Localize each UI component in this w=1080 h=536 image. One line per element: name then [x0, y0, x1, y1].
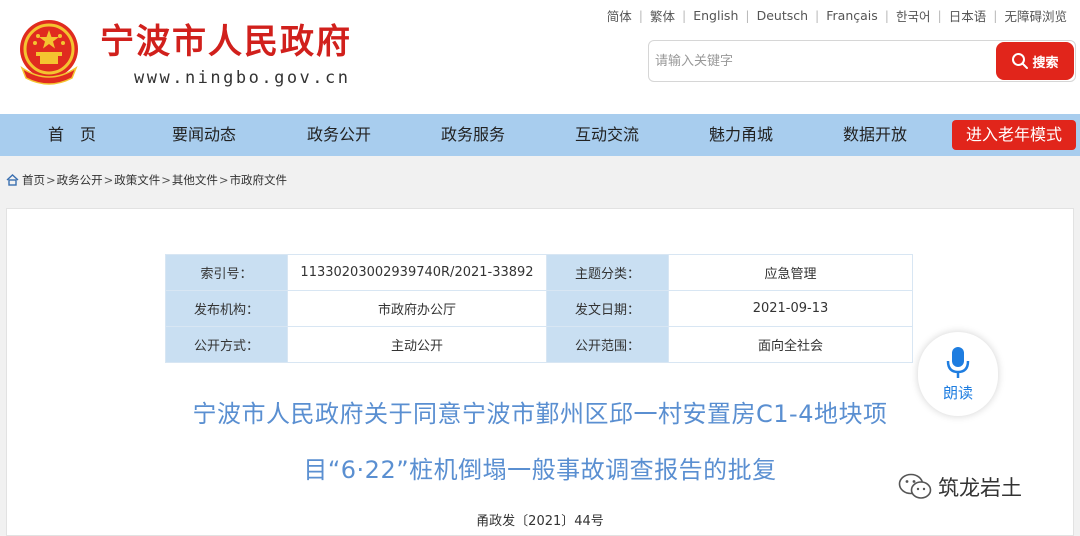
nav-gov-services[interactable]: 政务服务: [431, 114, 515, 156]
breadcrumb-other-docs[interactable]: 其他文件: [172, 172, 218, 188]
nav-open-data[interactable]: 数据开放: [833, 114, 917, 156]
read-aloud-label: 朗读: [942, 383, 973, 402]
document-number: 甬政发〔2021〕44号: [476, 514, 604, 529]
site-title[interactable]: 宁波市人民政府: [100, 14, 352, 63]
lang-simplified[interactable]: 简体: [600, 6, 639, 25]
nav-charm-city[interactable]: 魅力甬城: [699, 114, 783, 156]
elderly-mode-button[interactable]: 进入老年模式: [952, 120, 1076, 150]
wechat-icon: [898, 473, 932, 499]
home-icon: [6, 174, 19, 186]
search-button[interactable]: 搜索: [996, 42, 1074, 80]
lang-japanese[interactable]: 日本语: [942, 6, 994, 25]
breadcrumb-separator: >: [161, 173, 171, 187]
nav-news[interactable]: 要闻动态: [162, 114, 246, 156]
breadcrumb-separator: >: [103, 173, 114, 187]
date-label: 发文日期：: [546, 290, 669, 327]
table-row: 发布机构： 市政府办公厅 发文日期： 2021-09-13: [165, 290, 913, 327]
breadcrumb: 首页 > 政务公开 > 政策文件 > 其他文件 > 市政府文件: [6, 172, 287, 188]
issuer-label: 发布机构：: [165, 290, 288, 327]
accessibility-link[interactable]: 无障碍浏览: [997, 6, 1074, 25]
breadcrumb-separator: >: [46, 173, 56, 187]
search-box: 搜索: [648, 40, 1076, 82]
national-emblem-icon[interactable]: [14, 16, 84, 88]
document-title-line-1: 宁波市人民政府关于同意宁波市鄞州区邱一村安置房C1-4地块项: [192, 400, 888, 428]
lang-deutsch[interactable]: Deutsch: [750, 8, 815, 23]
document-title-line-2: 目“6·22”桩机倒塌一般事故调查报告的批复: [303, 456, 777, 484]
open-mode-label: 公开方式：: [165, 326, 288, 363]
lang-english[interactable]: English: [686, 8, 745, 23]
breadcrumb-city-docs[interactable]: 市政府文件: [230, 172, 288, 188]
lang-francais[interactable]: Français: [819, 8, 885, 23]
nav-interaction[interactable]: 互动交流: [565, 114, 649, 156]
index-no-label: 索引号：: [165, 254, 288, 291]
nav-home[interactable]: 首 页: [30, 114, 114, 156]
search-icon: [1012, 53, 1029, 69]
topic-value: 应急管理: [668, 254, 913, 291]
site-header: 宁波市人民政府 www.ningbo.gov.cn 简体 | 繁体 | Englis…: [0, 0, 1080, 114]
watermark-text: 筑龙岩土: [938, 476, 1022, 500]
watermark: 筑龙岩土: [898, 472, 1022, 502]
main-nav: 首 页 要闻动态 政务公开 政务服务 互动交流 魅力甬城 数据开放 进入老年模式: [0, 114, 1080, 156]
search-input[interactable]: [655, 50, 985, 72]
site-url[interactable]: www.ningbo.gov.cn: [134, 68, 351, 88]
microphone-icon: [946, 346, 970, 378]
breadcrumb-separator: >: [218, 173, 229, 187]
breadcrumb-gov-affairs[interactable]: 政务公开: [57, 172, 103, 188]
date-value: 2021-09-13: [668, 290, 913, 327]
open-mode-value: 主动公开: [287, 326, 547, 363]
scope-label: 公开范围：: [546, 326, 669, 363]
breadcrumb-policy-docs[interactable]: 政策文件: [114, 172, 160, 188]
language-bar: 简体 | 繁体 | English | Deutsch | Français | 한국어 |…: [600, 6, 1074, 25]
read-aloud-button[interactable]: 朗读: [918, 332, 998, 416]
document-meta-table: 索引号： 11330203002939740R/2021-33892 主题分类：…: [165, 254, 913, 363]
search-button-label: 搜索: [1032, 55, 1059, 71]
topic-label: 主题分类：: [546, 254, 669, 291]
issuer-value: 市政府办公厅: [287, 290, 547, 327]
nav-gov-affairs[interactable]: 政务公开: [297, 114, 381, 156]
table-row: 索引号： 11330203002939740R/2021-33892 主题分类：…: [165, 254, 913, 291]
scope-value: 面向全社会: [668, 326, 913, 363]
breadcrumb-home[interactable]: 首页: [22, 172, 45, 188]
table-row: 公开方式： 主动公开 公开范围： 面向全社会: [165, 326, 913, 363]
index-no-value: 11330203002939740R/2021-33892: [287, 254, 547, 291]
document-title: 宁波市人民政府关于同意宁波市鄞州区邱一村安置房C1-4地块项 目“6·22”桩机…: [150, 386, 930, 498]
lang-korean[interactable]: 한국어: [889, 6, 938, 25]
lang-traditional[interactable]: 繁体: [643, 6, 682, 25]
